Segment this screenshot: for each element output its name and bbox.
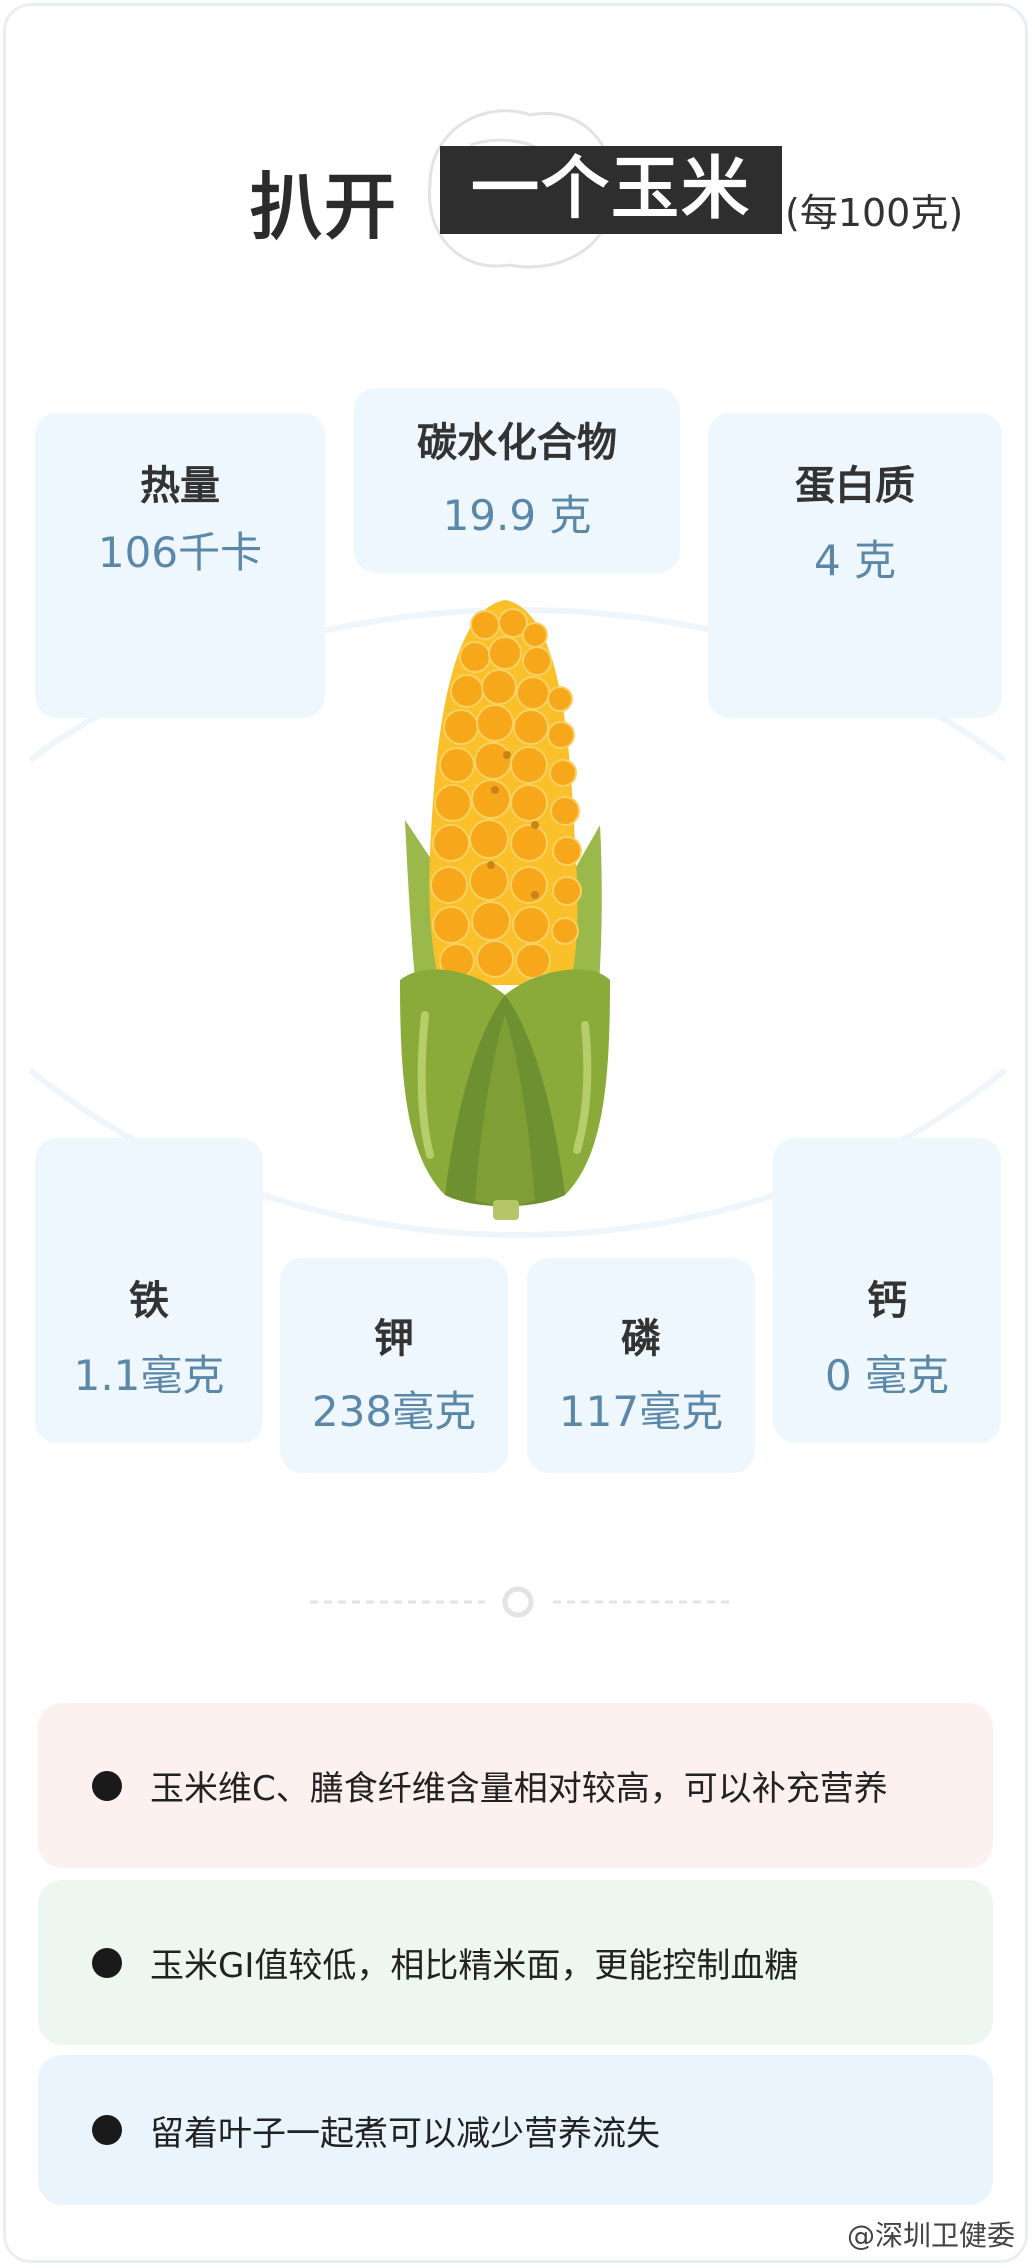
macro-card-carbs: 碳水化合物 19.9 克 [354,388,680,573]
title-prefix: 扒开 [250,165,399,249]
macro-value: 106千卡 [97,528,263,577]
mineral-card-phosphorus: 磷 117毫克 [527,1258,755,1473]
tip-item: 玉米维C、膳食纤维含量相对较高，可以补充营养 [38,1703,993,1868]
macro-value: 4 克 [813,536,897,585]
mineral-value: 1.1毫克 [73,1351,225,1400]
mineral-value: 238毫克 [311,1387,477,1436]
macro-value: 19.9 克 [442,491,592,540]
bullet-icon [92,1770,122,1801]
mineral-label: 磷 [621,1316,661,1362]
mineral-label: 铁 [129,1278,169,1324]
tip-text: 留着叶子一起煮可以减少营养流失 [150,2113,660,2154]
tip-item: 留着叶子一起煮可以减少营养流失 [38,2055,993,2205]
macro-card-protein: 蛋白质 4 克 [708,413,1002,718]
watermark: @深圳卫健委 [846,2219,1015,2252]
bullet-icon [92,1947,122,1978]
mineral-value: 0 毫克 [824,1351,950,1400]
section-divider [310,1586,730,1618]
mineral-label: 钾 [374,1316,414,1362]
bullet-icon [92,2115,122,2145]
macro-label: 碳水化合物 [417,420,617,466]
mineral-value: 117毫克 [558,1387,724,1436]
mineral-card-calcium: 钙 0 毫克 [773,1138,1001,1443]
macro-label: 热量 [140,463,220,509]
macro-card-calories: 热量 106千卡 [35,413,325,718]
corn-illustration [400,600,610,1220]
mineral-card-iron: 铁 1.1毫克 [35,1138,263,1443]
tip-item: 玉米GI值较低，相比精米面，更能控制血糖 [38,1880,993,2045]
tip-text: 玉米维C、膳食纤维含量相对较高，可以补充营养 [150,1769,888,1809]
macro-label: 蛋白质 [795,463,915,509]
mineral-card-potassium: 钾 238毫克 [280,1258,508,1473]
tip-text: 玉米GI值较低，相比精米面，更能控制血糖 [150,1946,799,1986]
mineral-label: 钙 [867,1278,907,1324]
title-highlight: 一个玉米 [440,146,782,234]
title-unit: (每100克) [785,191,964,235]
